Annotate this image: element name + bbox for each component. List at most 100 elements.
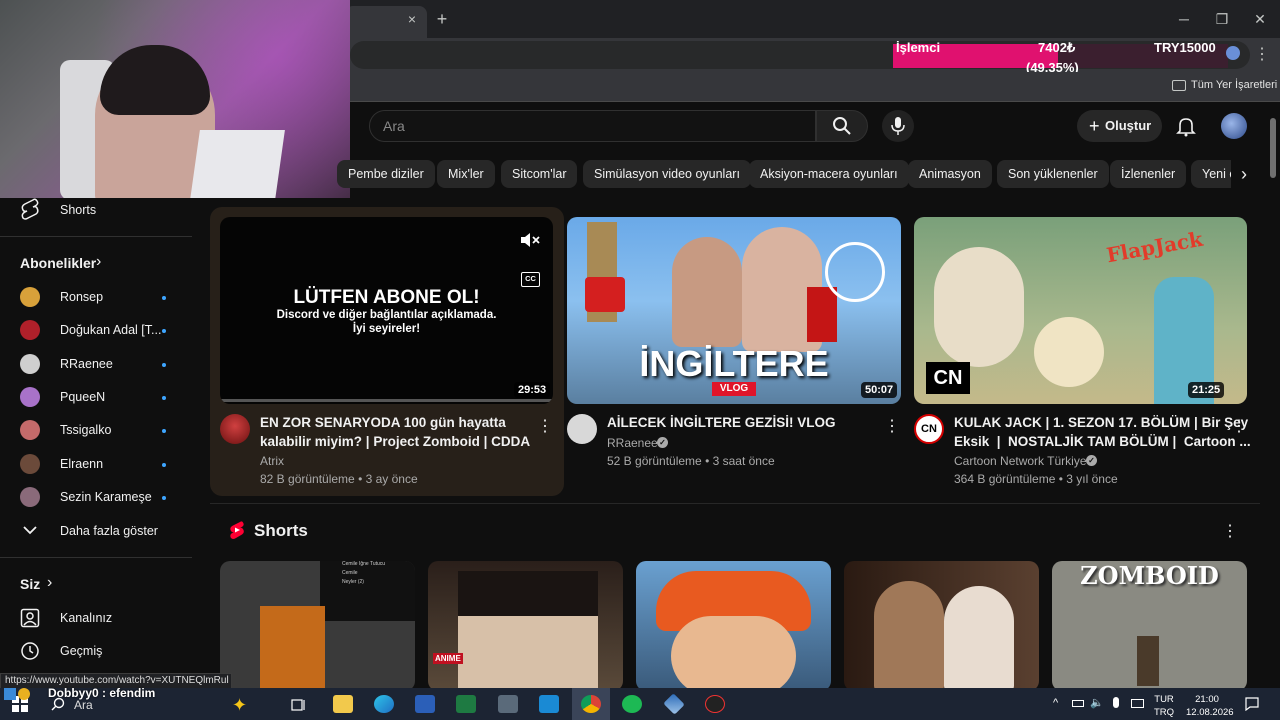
video-thumbnail-2[interactable]: İNGİLTERE VLOG [567,217,901,404]
maximize-button[interactable]: ❐ [1210,8,1234,30]
thumbnail-text: LÜTFEN ABONE OL! [293,287,480,308]
cartoon-network-logo: CN [926,362,970,394]
file-explorer-icon[interactable] [333,695,353,713]
sidebar-item-your-channel[interactable]: Kanalınız [60,611,112,625]
sidebar-item-dogukan-adal[interactable]: Doğukan Adal [T... [60,323,161,337]
person [944,586,1014,691]
video-title-line[interactable]: AİLECEK İNGİLTERE GEZİSİ! VLOG [607,413,836,432]
chat-badges [4,688,30,700]
chip-son-yuklenenler[interactable]: Son yüklenenler [997,160,1109,188]
account-avatar[interactable] [1221,113,1247,139]
all-bookmarks-link[interactable]: Tüm Yer İşaretleri [1191,79,1277,91]
notification-center-icon[interactable] [1245,697,1259,711]
plus-icon: + [1089,116,1100,136]
volume-icon[interactable]: 🔈 [1090,696,1104,709]
sidebar-item-shorts[interactable]: Shorts [60,203,96,217]
word-icon[interactable] [415,695,435,713]
browser-menu-icon[interactable]: ⋮ [1254,44,1270,66]
video-menu-icon[interactable]: ⋮ [1231,416,1247,436]
sidebar-item-rraenee[interactable]: RRaenee [60,357,113,371]
language-indicator[interactable]: TUR TRQ [1154,693,1174,719]
store-icon[interactable] [539,695,559,713]
microphone-tray-icon[interactable] [1113,697,1119,708]
avatar [20,420,40,440]
search-button[interactable] [816,110,868,142]
chip-simulasyon[interactable]: Simülasyon video oyunları [583,160,751,188]
short-thumbnail-4[interactable] [844,561,1039,691]
new-tab-button[interactable]: + [432,9,452,29]
channel-name[interactable]: Atrix [260,454,284,468]
short-thumbnail-1[interactable]: Cemile İğne Tutucu Cemile Neyler (2) [220,561,415,691]
game-object [260,606,325,691]
close-window-button[interactable]: ✕ [1248,8,1272,30]
captions-icon[interactable]: CC [521,272,540,287]
calculator-icon[interactable] [498,695,518,713]
sidebar-item-tssigalko[interactable]: Tssigalko [60,423,111,437]
sidebar-item-elraenn[interactable]: Elraenn [60,457,103,471]
channel-avatar[interactable] [220,414,250,444]
notifications-bell-icon[interactable] [1174,114,1198,138]
short-thumbnail-3[interactable] [636,561,831,691]
channel-name[interactable]: Cartoon Network Türkiye [954,454,1087,468]
subscriptions-heading[interactable]: Abonelikler [20,255,96,271]
video-thumbnail-3[interactable]: FlapJack CN [914,217,1247,404]
channel-avatar[interactable] [567,414,597,444]
video-menu-icon[interactable]: ⋮ [537,416,553,436]
video-title-line[interactable]: kalabilir miyim? | Project Zomboid | CDD… [260,432,530,451]
copilot-sparkle-icon[interactable]: ✦ [232,695,247,716]
chip-pembe-diziler[interactable]: Pembe diziler [337,160,435,188]
new-content-dot [162,496,166,500]
mute-icon[interactable] [519,231,541,249]
short-thumbnail-2[interactable]: ANIME [428,561,623,691]
chip-aksiyon-macera[interactable]: Aksiyon-macera oyunları [749,160,909,188]
battery-icon[interactable] [1072,700,1084,707]
tab-close-icon[interactable]: × [403,10,421,28]
profile-avatar-icon[interactable] [1226,46,1240,60]
video-meta: 364 B görüntüleme • 3 yıl önce [954,472,1118,486]
show-more-button[interactable]: Daha fazla göster [60,524,158,538]
chat-message: Dobbyy0 : efendim [48,686,156,700]
sidebar-item-history[interactable]: Geçmiş [60,644,102,658]
chevron-right-icon: › [96,253,102,270]
video-title-line[interactable]: Eksik | NOSTALJİK TAM BÖLÜM | Cartoon ..… [954,432,1251,451]
minimize-button[interactable]: ─ [1172,8,1196,30]
page-scrollbar[interactable] [1270,118,1276,178]
chip-animasyon[interactable]: Animasyon [908,160,992,188]
webcam-laptop [190,130,285,198]
tray-overflow-icon[interactable]: ^ [1053,697,1058,709]
chip-izlenenler[interactable]: İzlenenler [1110,160,1187,188]
spotify-icon[interactable] [622,695,642,713]
video-duration: 21:25 [1188,382,1225,398]
thumbnail-person [672,237,742,347]
edge-icon[interactable] [374,695,394,713]
excel-icon[interactable] [456,695,476,713]
sidebar-item-ronsep[interactable]: Ronsep [60,290,103,304]
network-icon[interactable] [1131,699,1144,708]
video-title-line[interactable]: KULAK JACK | 1. SEZON 17. BÖLÜM | Bir Şe… [954,413,1248,432]
thumbnail-text: Discord ve diğer bağlantılar açıklamada. [276,309,497,321]
chrome-icon[interactable] [581,695,601,713]
channel-avatar[interactable]: CN [914,414,944,444]
chip-sitcomlar[interactable]: Sitcom'lar [501,160,578,188]
shorts-menu-icon[interactable]: ⋮ [1222,521,1238,541]
video-menu-icon[interactable]: ⋮ [884,416,900,436]
task-view-icon[interactable] [291,697,307,713]
search-input[interactable]: Ara [369,110,816,142]
short-thumbnail-5[interactable]: ZOMBOID [1052,561,1247,691]
keyboard-layout: TRQ [1154,707,1175,718]
voice-search-button[interactable] [882,110,914,142]
you-heading[interactable]: Siz [20,576,40,592]
taskbar-search-box[interactable]: Ara [74,698,93,712]
obs-icon[interactable] [705,695,725,713]
chip-yeni[interactable]: Yeni ö [1191,160,1231,188]
preview-progress-bar[interactable] [220,399,553,402]
video-title-line[interactable]: EN ZOR SENARYODA 100 gün hayatta [260,413,506,432]
clock[interactable]: 21:00 12.08.2026 [1186,693,1234,719]
channel-name[interactable]: RRaenee [607,436,658,450]
sidebar-item-sezin-karamese[interactable]: Sezin Karameşe [60,490,152,504]
video-thumbnail-1[interactable]: LÜTFEN ABONE OL! Discord ve diğer bağlan… [220,217,553,404]
sidebar-item-pqueen[interactable]: PqueeN [60,390,105,404]
chips-next-chevron-icon[interactable]: › [1232,160,1256,188]
clock-date: 12.08.2026 [1186,707,1234,718]
chip-mixler[interactable]: Mix'ler [437,160,495,188]
